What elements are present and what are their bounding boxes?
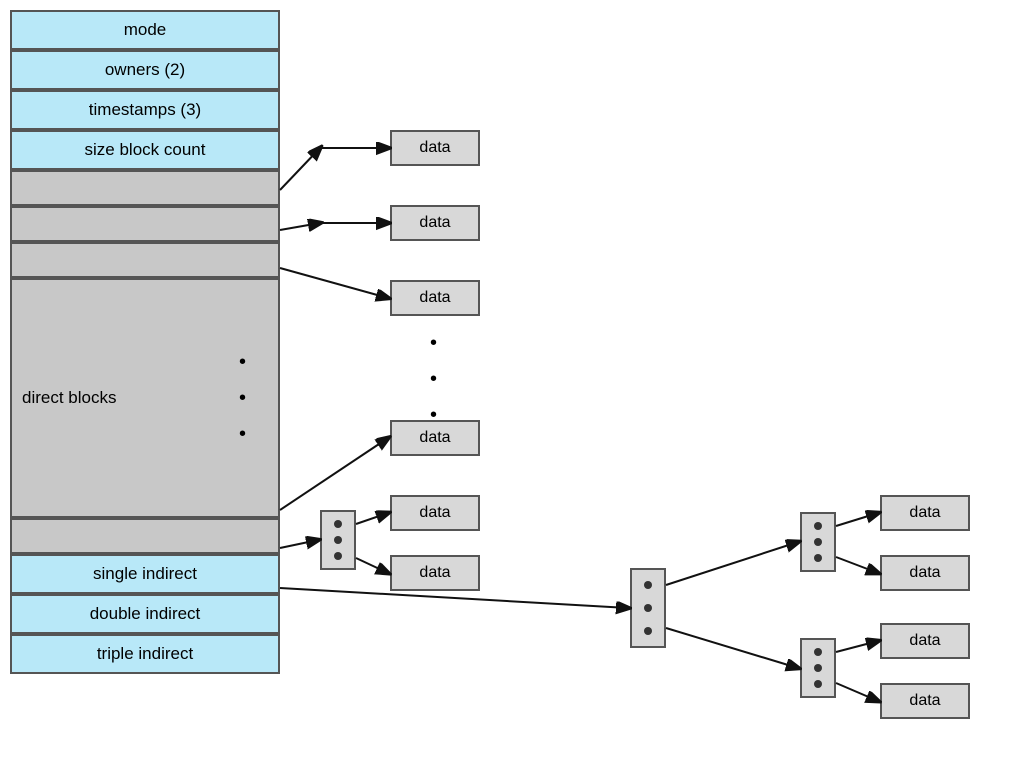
- data-block-8: data: [880, 555, 970, 591]
- data-dots-1: •••: [430, 325, 437, 433]
- inode-direct-last: [10, 518, 280, 554]
- inode-direct-3: [10, 242, 280, 278]
- data-block-9: data: [880, 623, 970, 659]
- ptr-block-single: [320, 510, 356, 570]
- data-block-6: data: [390, 555, 480, 591]
- ptr-dot: [814, 680, 822, 688]
- ptr-dot: [644, 581, 652, 589]
- data-block-1: data: [390, 130, 480, 166]
- inode-mode: mode: [10, 10, 280, 50]
- ptr-dot: [644, 627, 652, 635]
- inode-single-indirect: single indirect: [10, 554, 280, 594]
- ptr-block-double-right-top: [800, 512, 836, 572]
- inode-direct-2: [10, 206, 280, 242]
- inode-double-indirect: double indirect: [10, 594, 280, 634]
- ptr-dot: [814, 538, 822, 546]
- ptr-dot: [334, 552, 342, 560]
- data-block-3: data: [390, 280, 480, 316]
- ptr-dot: [814, 554, 822, 562]
- data-block-4: data: [390, 420, 480, 456]
- data-block-7: data: [880, 495, 970, 531]
- diagram: mode owners (2) timestamps (3) size bloc…: [0, 0, 1024, 769]
- data-block-2: data: [390, 205, 480, 241]
- inode-direct-blocks: direct blocks •••: [10, 278, 280, 518]
- inode-size-block-count: size block count: [10, 130, 280, 170]
- direct-blocks-label: direct blocks: [22, 388, 116, 408]
- inode-triple-indirect: triple indirect: [10, 634, 280, 674]
- ptr-dot: [814, 522, 822, 530]
- ptr-block-double-mid: [630, 568, 666, 648]
- ptr-dot: [814, 664, 822, 672]
- inode-owners: owners (2): [10, 50, 280, 90]
- ptr-dot: [644, 604, 652, 612]
- data-block-10: data: [880, 683, 970, 719]
- inode-structure: mode owners (2) timestamps (3) size bloc…: [10, 10, 280, 674]
- data-block-5: data: [390, 495, 480, 531]
- ptr-dot: [814, 648, 822, 656]
- ptr-dot: [334, 536, 342, 544]
- inode-timestamps: timestamps (3): [10, 90, 280, 130]
- ptr-block-double-right-bot: [800, 638, 836, 698]
- inode-direct-1: [10, 170, 280, 206]
- direct-blocks-dots: •••: [239, 344, 248, 452]
- ptr-dot: [334, 520, 342, 528]
